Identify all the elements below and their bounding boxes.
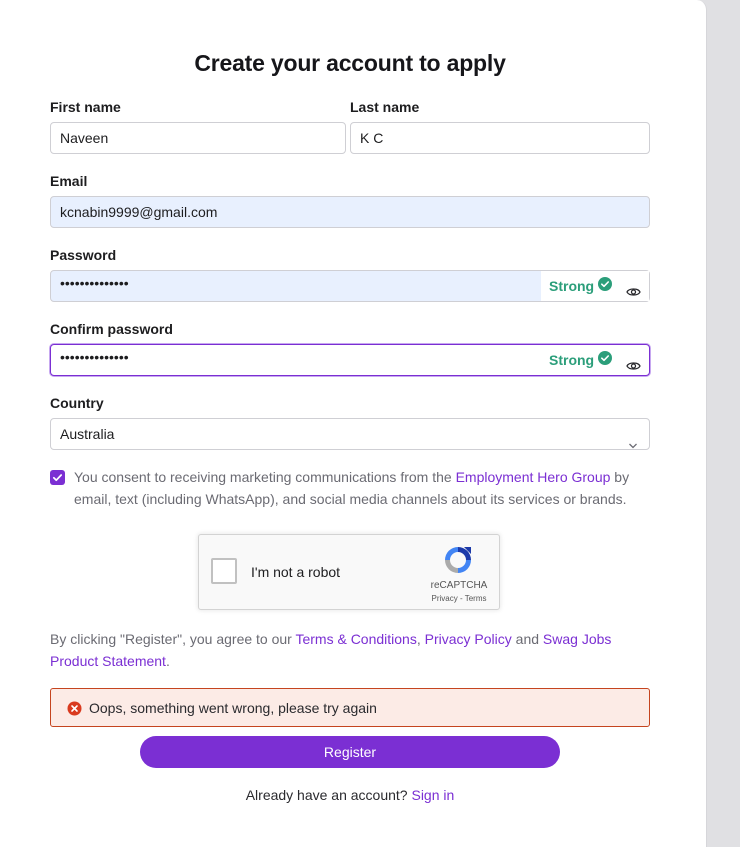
error-alert: Oops, something went wrong, please try a… [50,688,650,727]
recaptcha-logo-icon [442,544,474,581]
email-label: Email [50,173,88,189]
check-circle-icon [598,345,613,375]
consent-text-before: You consent to receiving marketing commu… [74,469,456,485]
email-value: kcnabin9999@gmail.com [60,204,218,220]
consent-checkbox[interactable] [50,470,65,485]
terms-conditions-link[interactable]: Terms & Conditions [295,631,416,647]
confirm-password-adornment: Strong [541,345,649,375]
first-name-field[interactable]: Naveen [50,122,346,154]
password-strength: Strong [549,278,595,294]
check-circle-icon [598,271,613,301]
error-message: Oops, something went wrong, please try a… [89,700,377,716]
recaptcha-links: Privacy - Terms [419,594,499,603]
country-select[interactable]: Australia [50,418,650,450]
chevron-down-icon [628,430,638,460]
confirm-password-value: •••••••••••••• [60,349,129,365]
checkmark-icon [52,474,63,482]
last-name-field[interactable]: K C [350,122,650,154]
recaptcha-checkbox[interactable] [211,558,237,584]
page-title: Create your account to apply [194,50,506,76]
last-name-label: Last name [350,99,420,115]
terms-comma: , [416,631,425,647]
recaptcha-privacy-link[interactable]: Privacy [432,594,458,603]
recaptcha-terms-link[interactable]: Terms [465,594,487,603]
first-name-value: Naveen [60,130,109,146]
email-field[interactable]: kcnabin9999@gmail.com [50,196,650,228]
eye-icon[interactable] [626,353,641,383]
signin-prompt-text: Already have an account? [245,787,412,803]
recaptcha-brand: reCAPTCHA [430,580,488,591]
password-field[interactable]: •••••••••••••• Strong [50,270,650,302]
password-adornment: Strong [541,271,649,301]
last-name-value: K C [360,130,384,146]
terms-prefix: By clicking "Register", you agree to our [50,631,296,647]
country-value: Australia [60,426,115,442]
confirm-password-label: Confirm password [50,321,173,337]
signin-link[interactable]: Sign in [411,787,454,803]
confirm-password-strength: Strong [549,352,595,368]
page-background-strip [707,0,740,847]
password-label: Password [50,247,117,263]
signin-prompt: Already have an account? Sign in [0,787,700,803]
first-name-label: First name [50,99,121,115]
signup-card: Create your account to apply First name … [0,0,707,847]
terms-statement: By clicking "Register", you agree to our… [50,628,650,672]
consent-text: You consent to receiving marketing commu… [74,466,649,510]
eye-icon[interactable] [626,279,641,309]
recaptcha-label: I'm not a robot [251,564,341,580]
recaptcha-separator: - [457,594,465,603]
terms-period: . [165,653,170,669]
confirm-password-field[interactable]: •••••••••••••• Strong [50,344,650,376]
terms-and: and [511,631,543,647]
register-button[interactable]: Register [140,736,560,768]
recaptcha-widget: I'm not a robot reCAPTCHA Privacy - Term… [198,534,500,610]
privacy-policy-link[interactable]: Privacy Policy [425,631,512,647]
error-circle-icon [67,701,82,721]
employment-hero-link[interactable]: Employment Hero Group [456,469,611,485]
country-label: Country [50,395,104,411]
password-value: •••••••••••••• [60,275,129,291]
